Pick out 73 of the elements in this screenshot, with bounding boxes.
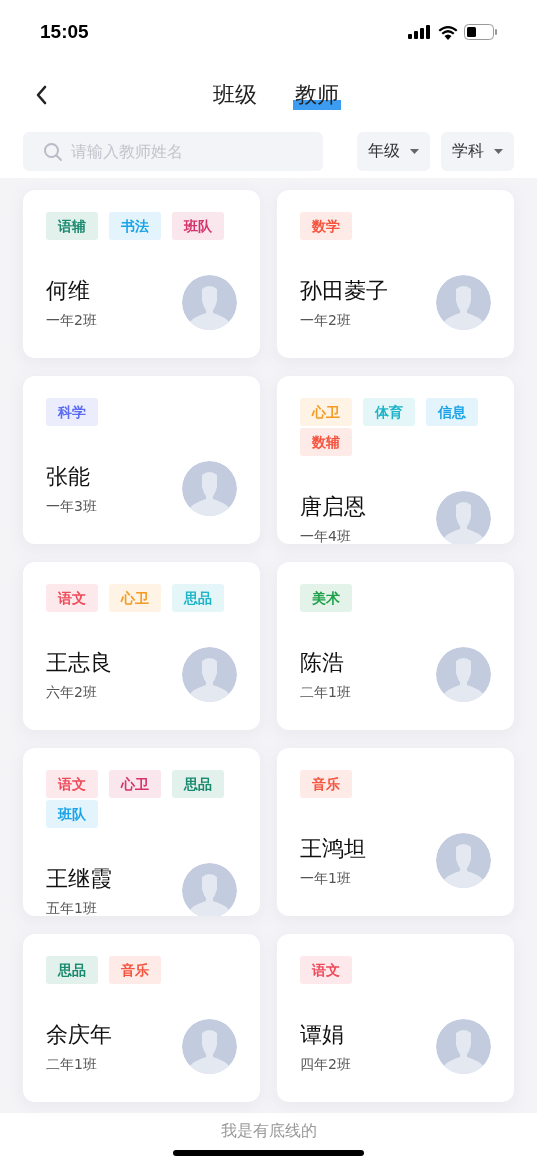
tag-label: 音乐: [312, 774, 340, 794]
tag-label: 体育: [375, 402, 403, 422]
battery-icon: [464, 24, 497, 40]
filter-dropdown[interactable]: 年级: [356, 131, 430, 171]
class-label: 四年2班: [300, 1054, 351, 1074]
teacher-card[interactable]: 思品 音乐 余庆年 二年1班: [23, 934, 260, 1102]
class-label: 五年1班: [46, 898, 98, 916]
filter-dropdown[interactable]: 学科: [440, 131, 514, 171]
tab[interactable]: 班级: [210, 80, 259, 110]
avatar-icon: [436, 491, 491, 544]
teacher-name: 何维: [46, 276, 91, 305]
footer-text: 我是有底线的: [220, 1120, 317, 1142]
tag-label: 美术: [312, 588, 340, 608]
tag-label: 心卫: [312, 402, 340, 422]
avatar-icon: [436, 647, 491, 702]
tag-label: 班队: [58, 804, 86, 824]
avatar-icon: [182, 647, 237, 702]
tag-label: 语文: [58, 588, 86, 608]
tag-label: 思品: [58, 960, 86, 980]
tag-label: 数辅: [312, 432, 340, 452]
teacher-name: 孙田菱子: [300, 276, 388, 305]
signal-icon: [408, 25, 432, 39]
teacher-name: 余庆年: [46, 1020, 112, 1049]
class-label: 一年2班: [46, 310, 97, 330]
teacher-card[interactable]: 音乐 王鸿坦 一年1班: [277, 748, 514, 916]
tag-label: 心卫: [121, 774, 149, 794]
teacher-card[interactable]: 语文 心卫 思品 班队 王继霞 五年1班: [23, 748, 260, 916]
tag-label: 语文: [312, 960, 340, 980]
tag-label: 思品: [184, 588, 212, 608]
avatar-icon: [436, 275, 491, 330]
tag-label: 信息: [438, 402, 466, 422]
teacher-card[interactable]: 心卫 体育 信息 数辅 唐启恩 一年4班: [277, 376, 514, 544]
avatar-icon: [182, 863, 237, 916]
teacher-name: 张能: [46, 462, 91, 491]
wifi-icon: [438, 24, 458, 40]
tag-label: 音乐: [121, 960, 149, 980]
back-icon: [35, 85, 47, 105]
teacher-name: 唐启恩: [300, 492, 366, 521]
tag-label: 思品: [184, 774, 212, 794]
class-label: 二年1班: [46, 1054, 98, 1074]
avatar-icon: [182, 1019, 237, 1074]
avatar-icon: [182, 275, 237, 330]
teacher-card[interactable]: 语辅 书法 班队 何维 一年2班: [23, 190, 260, 358]
teacher-name: 王志良: [46, 648, 112, 677]
tag-label: 书法: [121, 216, 149, 236]
class-label: 一年2班: [300, 310, 352, 330]
class-label: 一年4班: [300, 526, 352, 544]
avatar-icon: [182, 461, 237, 516]
teacher-card[interactable]: 语文 谭娟 四年2班: [277, 934, 514, 1102]
teacher-card[interactable]: 美术 陈浩 二年1班: [277, 562, 514, 730]
tag-label: 科学: [58, 402, 86, 422]
tag-label: 班队: [184, 216, 212, 236]
class-label: 一年1班: [300, 868, 352, 888]
tag-label: 数学: [312, 216, 340, 236]
teacher-name: 王继霞: [46, 864, 112, 893]
teacher-card[interactable]: 语文 心卫 思品 王志良 六年2班: [23, 562, 260, 730]
caret-icon: [409, 148, 419, 154]
class-label: 六年2班: [46, 682, 98, 702]
class-label: 一年3班: [46, 496, 97, 516]
status-time: 15:05: [40, 19, 89, 44]
teacher-card[interactable]: 科学 张能 一年3班: [23, 376, 260, 544]
avatar-icon: [436, 1019, 491, 1074]
caret-icon: [493, 148, 503, 154]
avatar-icon: [436, 833, 491, 888]
teacher-name: 陈浩: [300, 648, 345, 677]
tag-label: 心卫: [121, 588, 149, 608]
tag-label: 语文: [58, 774, 86, 794]
search-icon: [43, 141, 63, 162]
teacher-name: 王鸿坦: [300, 834, 366, 863]
class-label: 二年1班: [300, 682, 351, 702]
teacher-card[interactable]: 数学 孙田菱子 一年2班: [277, 190, 514, 358]
teacher-name: 谭娟: [300, 1020, 345, 1049]
tag-label: 语辅: [58, 216, 86, 236]
